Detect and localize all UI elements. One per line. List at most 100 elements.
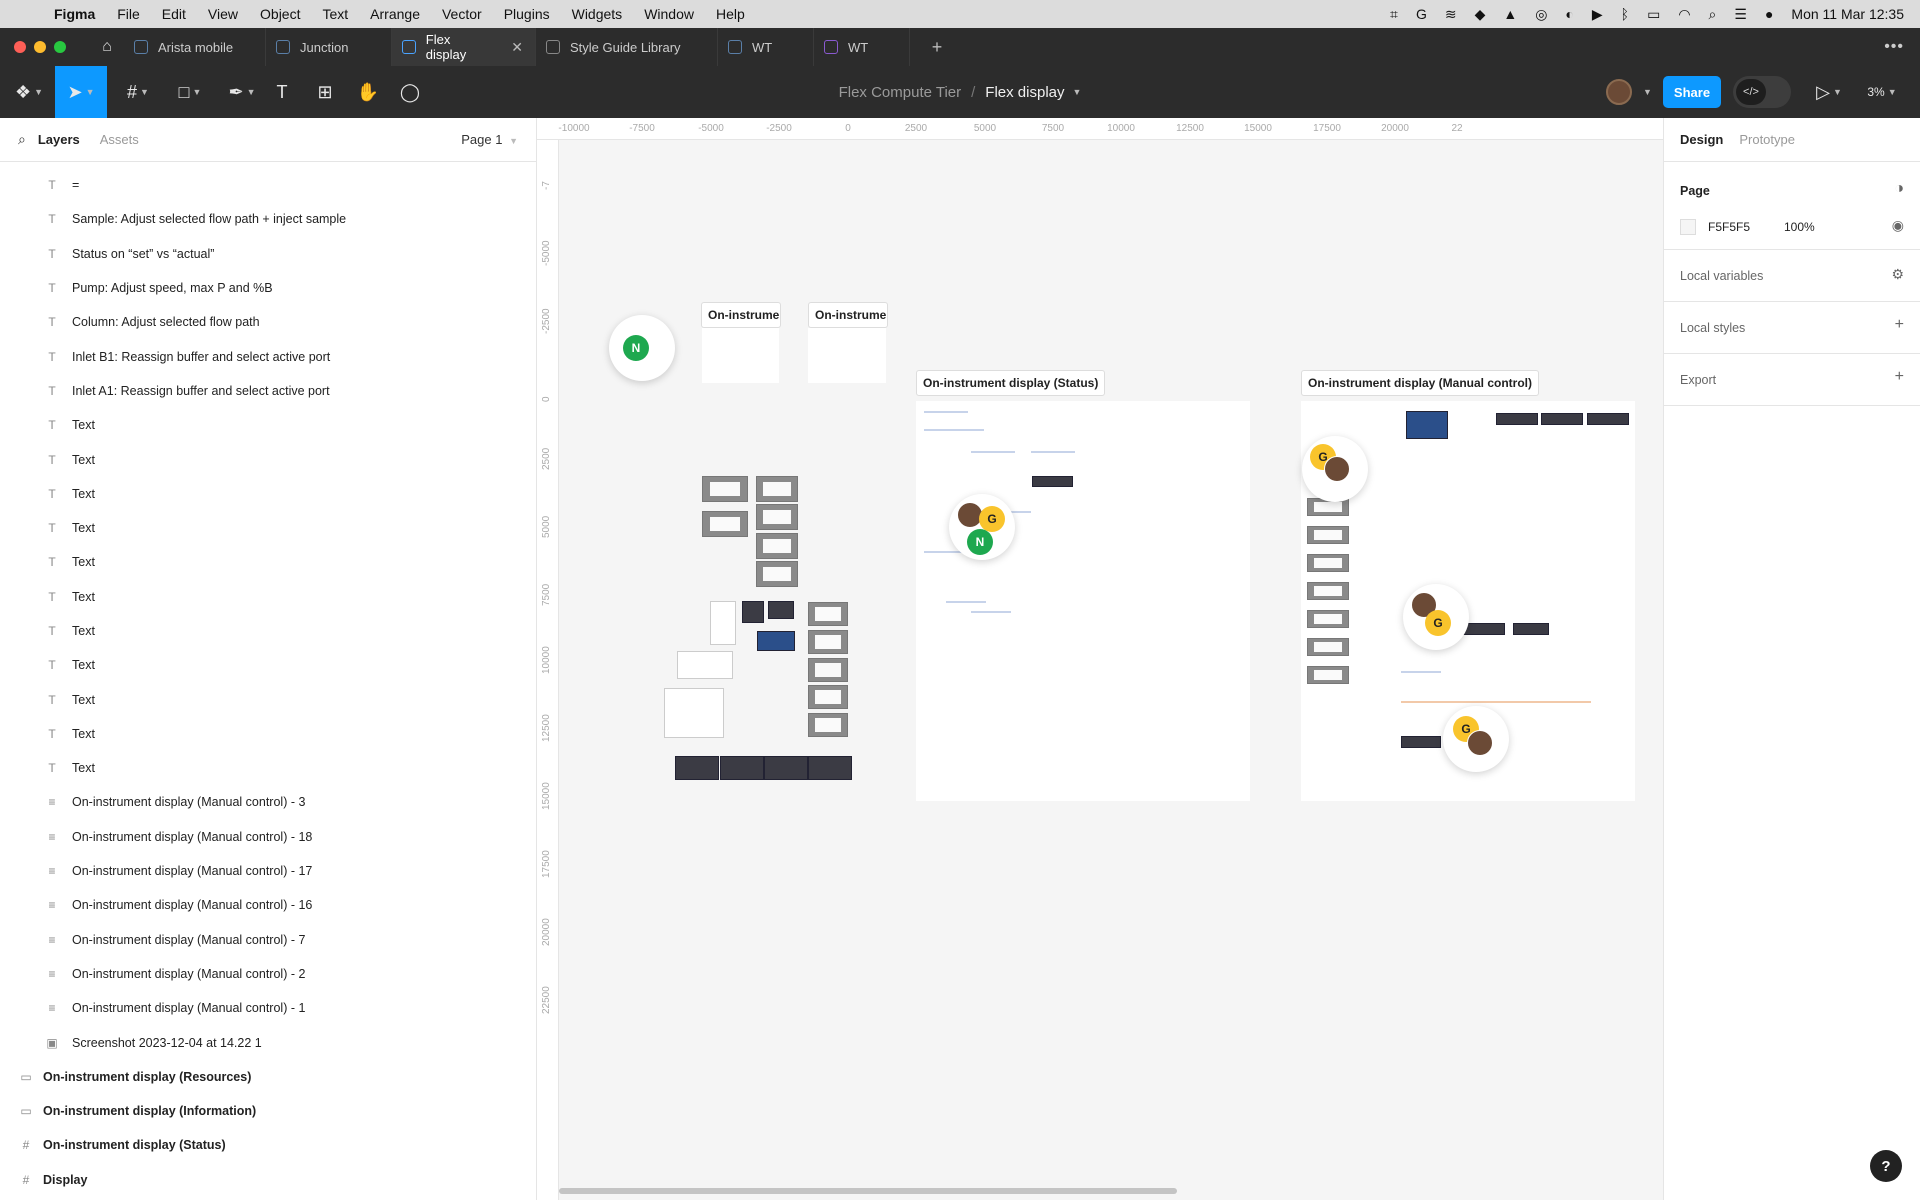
menu-text[interactable]: Text: [311, 6, 359, 22]
chevron-down-icon[interactable]: ▼: [1073, 87, 1082, 97]
screen-thumbnail[interactable]: [756, 533, 798, 559]
layer-row[interactable]: T Pump: Adjust speed, max P and %B: [0, 271, 536, 305]
tab-wt-1[interactable]: WT: [718, 28, 814, 66]
tab-design[interactable]: Design: [1680, 132, 1723, 147]
screen-thumbnail[interactable]: [710, 601, 736, 645]
tab-flex-display[interactable]: Flex display ✕: [392, 28, 536, 66]
layer-row[interactable]: T Inlet A1: Reassign buffer and select ac…: [0, 374, 536, 408]
menu-object[interactable]: Object: [249, 6, 311, 22]
screen-thumbnail[interactable]: [756, 476, 798, 502]
user-avatar[interactable]: [1606, 79, 1632, 105]
layer-row[interactable]: ▭ On-instrument display (Information): [0, 1094, 536, 1128]
menu-edit[interactable]: Edit: [151, 6, 197, 22]
sliders-icon[interactable]: ⚙: [1891, 266, 1904, 283]
screen-thumbnail[interactable]: [768, 601, 794, 619]
app-tray-icon[interactable]: ◐: [1565, 6, 1573, 22]
project-name[interactable]: Flex Compute Tier: [839, 84, 962, 101]
layer-row[interactable]: # Display: [0, 1163, 536, 1197]
tab-prototype[interactable]: Prototype: [1739, 132, 1795, 147]
menu-plugins[interactable]: Plugins: [493, 6, 561, 22]
screen-thumbnail[interactable]: [764, 756, 808, 780]
layer-row[interactable]: T Text: [0, 511, 536, 545]
layer-row[interactable]: T Text: [0, 751, 536, 785]
layer-row[interactable]: ≡ On-instrument display (Manual control) …: [0, 854, 536, 888]
screen-thumbnail[interactable]: [720, 756, 764, 780]
layer-row[interactable]: T Text: [0, 545, 536, 579]
tab-assets[interactable]: Assets: [100, 132, 139, 147]
screen-thumbnail[interactable]: [756, 504, 798, 530]
search-icon[interactable]: ⌕: [18, 131, 26, 148]
grammarly-icon[interactable]: G: [1416, 6, 1427, 22]
screen-thumbnail[interactable]: [677, 651, 733, 679]
menu-file[interactable]: File: [106, 6, 151, 22]
zoom-menu[interactable]: 3% ▼: [1862, 66, 1902, 118]
new-tab-icon[interactable]: +: [922, 37, 952, 58]
screen-thumbnail[interactable]: [808, 602, 848, 626]
more-icon[interactable]: •••: [1884, 28, 1904, 66]
file-name[interactable]: Flex display: [985, 84, 1064, 101]
resources-button[interactable]: ⊞: [313, 66, 337, 118]
tab-layers[interactable]: Layers: [38, 132, 80, 147]
layer-row[interactable]: T Text: [0, 648, 536, 682]
screen-thumbnail[interactable]: [675, 756, 719, 780]
main-menu-button[interactable]: ❖ ▼: [12, 66, 46, 118]
frame-information[interactable]: [808, 328, 886, 383]
add-icon[interactable]: +: [1895, 368, 1904, 386]
siri-icon[interactable]: ●: [1765, 6, 1773, 22]
home-icon[interactable]: ⌂: [90, 28, 124, 66]
canvas[interactable]: -10000 -7500 -5000 -2500 0 2500 5000 7500 10000 1…: [537, 118, 1663, 1200]
menu-widgets[interactable]: Widgets: [561, 6, 634, 22]
battery-icon[interactable]: ▭: [1647, 6, 1660, 23]
dropbox-icon[interactable]: ◆: [1475, 6, 1486, 23]
pen-tool-button[interactable]: ✒ ▼: [222, 66, 262, 118]
color-settings-icon[interactable]: ◑: [1894, 180, 1904, 198]
help-button[interactable]: ?: [1870, 1150, 1902, 1182]
figma-tray-icon[interactable]: ⌗: [1390, 6, 1398, 23]
layer-row[interactable]: ▣ Screenshot 2023-12-04 at 14.22 1: [0, 1025, 536, 1059]
frame-label-manual-control[interactable]: On-instrument display (Manual control): [1301, 370, 1540, 396]
screen-thumbnail[interactable]: [742, 601, 764, 623]
layer-row[interactable]: T Text: [0, 477, 536, 511]
layer-row[interactable]: T Inlet B1: Reassign buffer and select ac…: [0, 339, 536, 373]
shape-tool-button[interactable]: □ ▼: [170, 66, 210, 118]
bluetooth-icon[interactable]: ᛒ: [1621, 6, 1629, 22]
eye-icon[interactable]: ◉: [1892, 217, 1904, 234]
layer-row[interactable]: T Text: [0, 442, 536, 476]
layer-row[interactable]: T Column: Adjust selected flow path: [0, 305, 536, 339]
menu-window[interactable]: Window: [633, 6, 705, 22]
layer-row[interactable]: ▭ On-instrument display (Resources): [0, 1060, 536, 1094]
page-color-swatch[interactable]: [1680, 219, 1696, 235]
layer-row[interactable]: T Status on “set” vs “actual”: [0, 237, 536, 271]
tab-wt-2[interactable]: WT: [814, 28, 910, 66]
frame-label-resources[interactable]: On-instrumen...: [701, 302, 781, 328]
layer-row[interactable]: ≡ On-instrument display (Manual control) …: [0, 820, 536, 854]
page-selector[interactable]: Page 1 ▼: [461, 132, 518, 147]
wifi-icon[interactable]: ◠: [1678, 6, 1690, 23]
tab-junction[interactable]: Junction: [266, 28, 392, 66]
control-center-icon[interactable]: ☰: [1734, 6, 1747, 23]
screen-thumbnail[interactable]: [808, 713, 848, 737]
menu-view[interactable]: View: [197, 6, 249, 22]
menu-arrange[interactable]: Arrange: [359, 6, 431, 22]
sync-icon[interactable]: ≋: [1445, 6, 1457, 23]
horizontal-scrollbar[interactable]: [559, 1188, 1177, 1194]
tab-arista-mobile[interactable]: Arista mobile: [124, 28, 266, 66]
tab-style-guide-library[interactable]: Style Guide Library: [536, 28, 718, 66]
layer-row[interactable]: ≡ On-instrument display (Manual control) …: [0, 957, 536, 991]
layer-row[interactable]: T Text: [0, 614, 536, 648]
frame-status[interactable]: [916, 401, 1250, 801]
text-tool-button[interactable]: T: [270, 66, 294, 118]
drive-icon[interactable]: ▲: [1503, 6, 1517, 22]
screen-thumbnail[interactable]: [757, 631, 795, 651]
screen-thumbnail[interactable]: [702, 511, 748, 537]
layer-row[interactable]: ≡ On-instrument display (Manual control) …: [0, 991, 536, 1025]
share-button[interactable]: Share: [1663, 76, 1721, 108]
layer-row[interactable]: # On-instrument display (Status): [0, 1128, 536, 1162]
screen-thumbnail[interactable]: [808, 756, 852, 780]
frame-resources[interactable]: [702, 328, 779, 383]
layer-row[interactable]: T Text: [0, 682, 536, 716]
menu-app[interactable]: Figma: [46, 6, 106, 22]
spotlight-icon[interactable]: ⌕: [1709, 6, 1717, 23]
screen-thumbnail[interactable]: [756, 561, 798, 587]
screen-thumbnail[interactable]: [808, 658, 848, 682]
